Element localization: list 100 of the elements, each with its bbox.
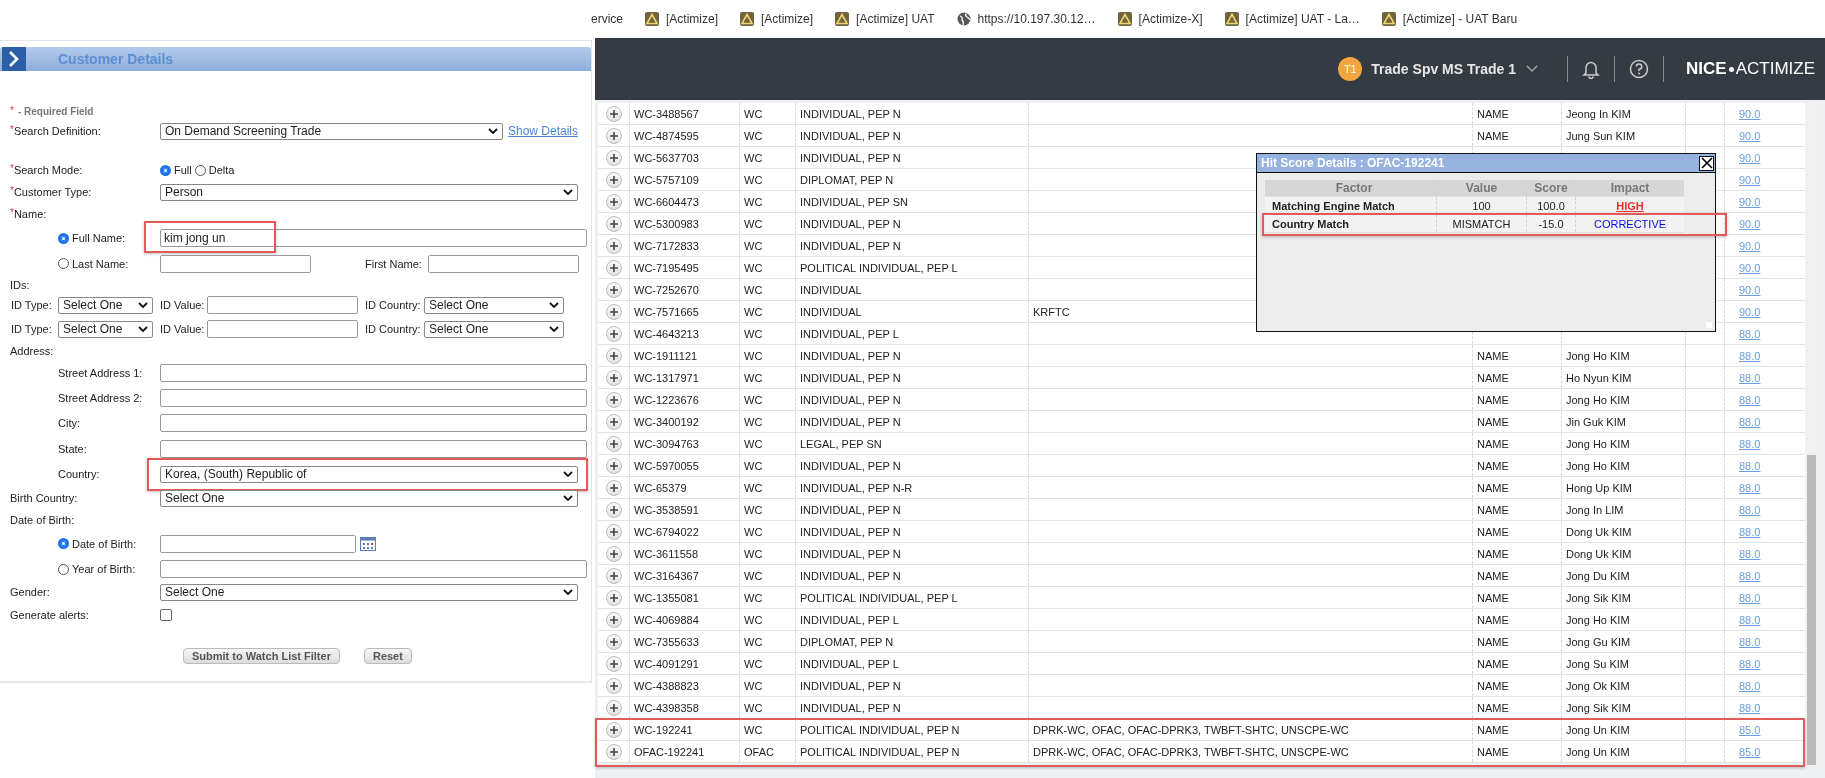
expand-button[interactable]: [605, 149, 622, 166]
bookmark-link[interactable]: [Actimize]: [739, 11, 814, 27]
score-link[interactable]: 90.0: [1739, 217, 1761, 230]
text-field[interactable]: kim jong un: [160, 229, 587, 247]
dropdown[interactable]: Select One: [424, 320, 564, 338]
expand-button[interactable]: [605, 677, 622, 694]
text-field[interactable]: [207, 296, 358, 314]
radio-button[interactable]: [160, 164, 171, 176]
score-link[interactable]: 90.0: [1739, 151, 1761, 164]
dropdown[interactable]: Korea, (South) Republic of: [160, 465, 578, 483]
expand-button[interactable]: [605, 501, 622, 518]
score-link[interactable]: 88.0: [1739, 613, 1761, 626]
expand-button[interactable]: [605, 369, 622, 386]
score-link[interactable]: 90.0: [1739, 305, 1761, 318]
score-link[interactable]: 90.0: [1739, 107, 1761, 120]
score-link[interactable]: 88.0: [1739, 371, 1761, 384]
score-link[interactable]: 90.0: [1739, 129, 1761, 142]
submit-button[interactable]: Submit to Watch List Filter: [183, 648, 340, 664]
expand-button[interactable]: [605, 457, 622, 474]
score-link[interactable]: 88.0: [1739, 525, 1761, 538]
text-field[interactable]: [160, 560, 587, 578]
bookmark-link[interactable]: [Actimize]: [644, 11, 719, 27]
expand-button[interactable]: [605, 633, 622, 650]
radio-button[interactable]: [58, 563, 69, 575]
expand-button[interactable]: [605, 523, 622, 540]
checkbox[interactable]: [160, 609, 172, 621]
score-link[interactable]: 88.0: [1739, 327, 1761, 340]
bookmark-link[interactable]: https://10.197.30.12…: [955, 11, 1096, 27]
expand-button[interactable]: [605, 193, 622, 210]
score-link[interactable]: 88.0: [1739, 635, 1761, 648]
expand-button[interactable]: [605, 347, 622, 364]
text-field[interactable]: [160, 388, 587, 407]
radio-button[interactable]: [194, 164, 206, 176]
bookmark-link[interactable]: [Actimize] UAT: [834, 11, 935, 27]
expand-button[interactable]: [605, 721, 622, 738]
score-link[interactable]: 85.0: [1739, 745, 1761, 758]
score-link[interactable]: 88.0: [1739, 437, 1761, 450]
expand-button[interactable]: [605, 743, 622, 760]
avatar[interactable]: T1: [1338, 57, 1363, 81]
score-link[interactable]: 88.0: [1739, 481, 1761, 494]
text-field[interactable]: [160, 534, 356, 553]
score-link[interactable]: 88.0: [1739, 459, 1761, 472]
expand-button[interactable]: [605, 237, 622, 254]
radio-button[interactable]: [58, 538, 69, 549]
bookmark-link[interactable]: [Actimize-X]: [1116, 11, 1203, 27]
score-link[interactable]: 85.0: [1739, 723, 1761, 736]
score-link[interactable]: 88.0: [1739, 393, 1761, 406]
expand-button[interactable]: [605, 413, 622, 430]
expand-button[interactable]: [605, 303, 622, 320]
show-details-link[interactable]: Show Details: [508, 124, 579, 138]
score-link[interactable]: 88.0: [1739, 569, 1761, 582]
expand-button[interactable]: [605, 215, 622, 232]
expand-button[interactable]: [605, 611, 622, 628]
score-link[interactable]: 88.0: [1739, 679, 1761, 692]
score-link[interactable]: 90.0: [1739, 283, 1761, 296]
score-link[interactable]: 88.0: [1739, 503, 1761, 516]
impact-link[interactable]: HIGH: [1616, 199, 1644, 212]
score-link[interactable]: 88.0: [1739, 415, 1761, 428]
score-link[interactable]: 88.0: [1739, 349, 1761, 362]
expand-button[interactable]: [605, 259, 622, 276]
expand-button[interactable]: [605, 105, 622, 122]
dropdown[interactable]: Select One: [160, 583, 578, 601]
bookmark-link[interactable]: ervice: [591, 12, 623, 26]
bookmark-link[interactable]: [Actimize] - UAT Baru: [1380, 11, 1518, 27]
expand-button[interactable]: [605, 325, 622, 342]
expand-button[interactable]: [605, 699, 622, 716]
expand-button[interactable]: [605, 435, 622, 452]
score-link[interactable]: 90.0: [1739, 195, 1761, 208]
expand-button[interactable]: [605, 171, 622, 188]
text-field[interactable]: [160, 254, 311, 273]
text-field[interactable]: [160, 363, 587, 382]
expand-button[interactable]: [605, 655, 622, 672]
expand-button[interactable]: [605, 589, 622, 606]
radio-button[interactable]: [58, 232, 69, 244]
expand-button[interactable]: [605, 281, 622, 298]
bookmark-link[interactable]: [Actimize] UAT - La…: [1223, 11, 1360, 27]
score-link[interactable]: 88.0: [1739, 591, 1761, 604]
dropdown[interactable]: Select One: [424, 296, 564, 314]
score-link[interactable]: 90.0: [1739, 173, 1761, 186]
score-link[interactable]: 88.0: [1739, 547, 1761, 560]
dropdown[interactable]: Select One: [58, 296, 153, 314]
reset-button[interactable]: Reset: [363, 648, 412, 664]
score-link[interactable]: 88.0: [1739, 657, 1761, 670]
expand-button[interactable]: [605, 567, 622, 584]
score-link[interactable]: 90.0: [1739, 239, 1761, 252]
radio-button[interactable]: [58, 258, 69, 269]
expand-button[interactable]: [605, 545, 622, 562]
score-link[interactable]: 88.0: [1739, 701, 1761, 714]
dropdown[interactable]: Select One: [58, 320, 153, 338]
text-field[interactable]: [160, 414, 587, 432]
score-link[interactable]: 90.0: [1739, 261, 1761, 274]
dropdown[interactable]: Person: [160, 183, 578, 201]
expand-button[interactable]: [605, 391, 622, 408]
text-field[interactable]: [160, 440, 587, 458]
dropdown[interactable]: On Demand Screening Trade: [160, 122, 503, 140]
text-field[interactable]: [428, 254, 579, 273]
text-field[interactable]: [207, 320, 358, 338]
expand-button[interactable]: [605, 127, 622, 144]
user-name[interactable]: Trade Spv MS Trade 1: [1371, 61, 1517, 77]
close-button[interactable]: [1699, 155, 1714, 171]
